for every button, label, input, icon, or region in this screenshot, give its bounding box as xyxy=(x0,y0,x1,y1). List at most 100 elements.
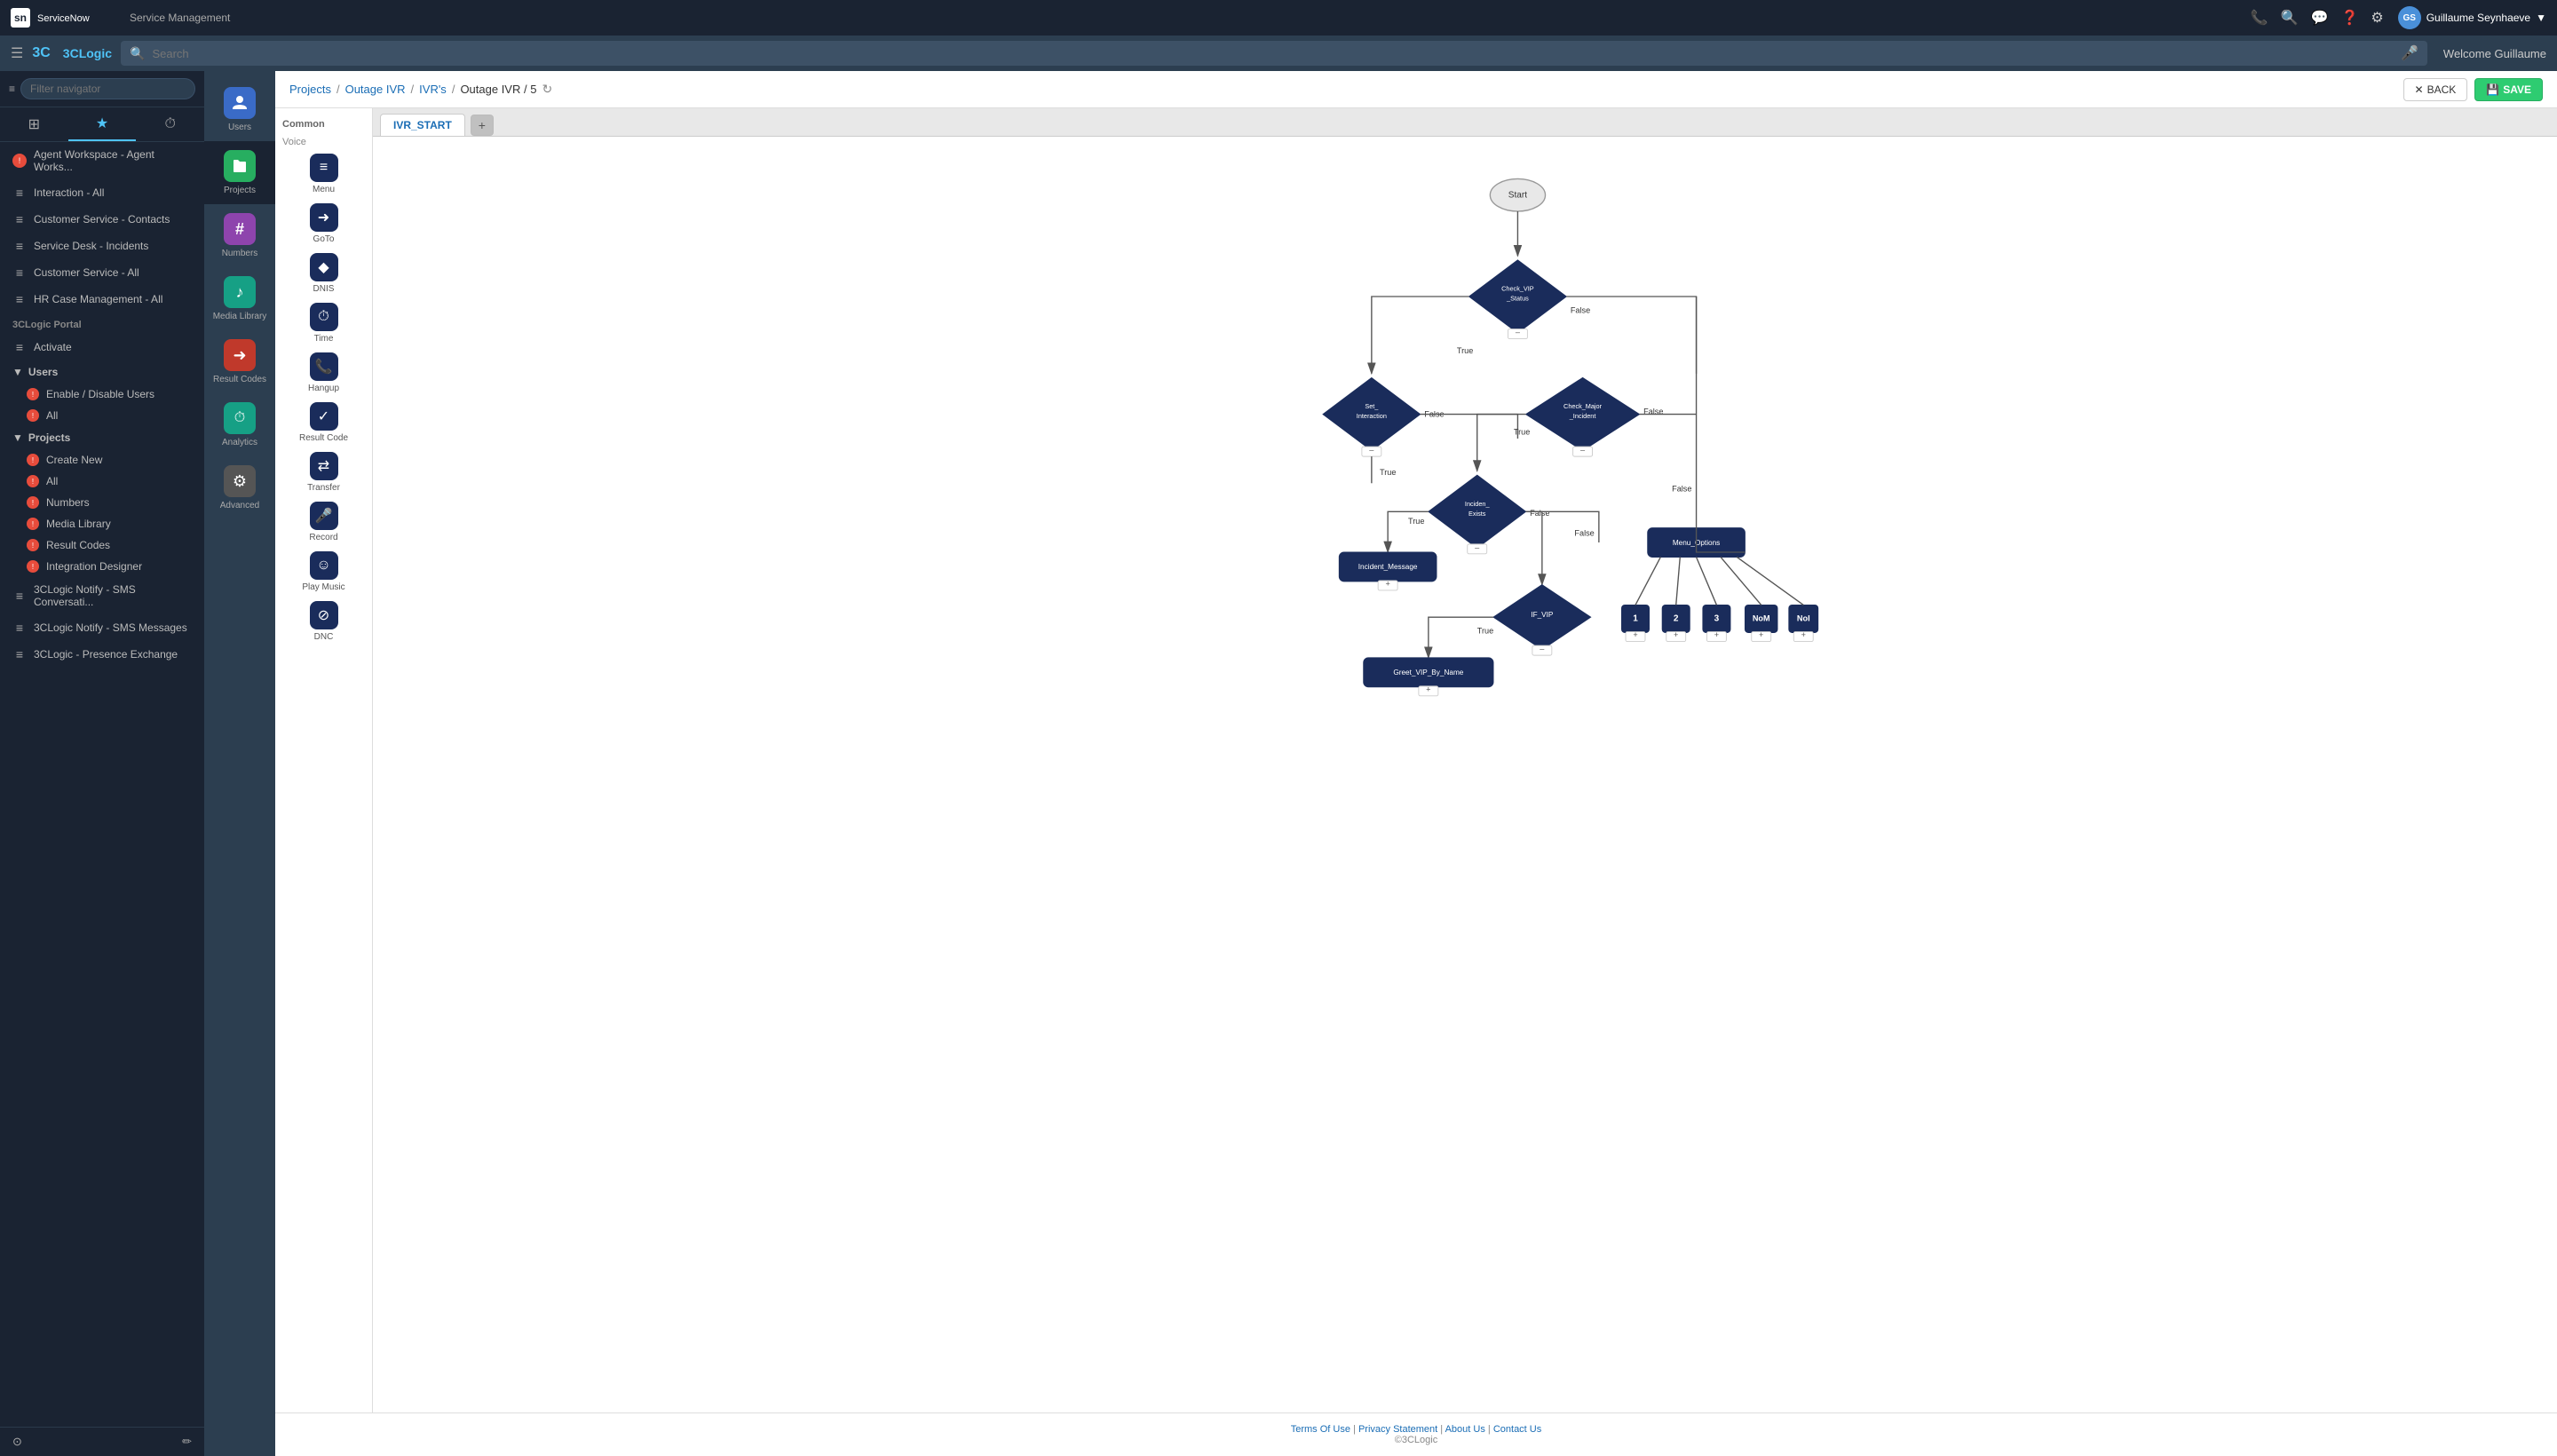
mic-icon[interactable]: 🎤 xyxy=(2401,44,2418,62)
icon-nav-users[interactable]: Users xyxy=(204,78,275,141)
footer-links: Terms Of Use | Privacy Statement | About… xyxy=(286,1424,2546,1435)
circle-icon[interactable]: ⊙ xyxy=(12,1435,22,1449)
sidebar-item-presence[interactable]: ≡ 3CLogic - Presence Exchange xyxy=(0,641,204,668)
sidebar-item-agent-workspace[interactable]: ! Agent Workspace - Agent Works... xyxy=(0,142,204,179)
edge-menu-3 xyxy=(1697,557,1717,605)
refresh-icon[interactable]: ↻ xyxy=(542,82,552,97)
palette-item-result-code[interactable]: ✓ Result Code xyxy=(281,398,367,447)
ivr-tab-start[interactable]: IVR_START xyxy=(380,114,465,136)
sidebar-item-users-all[interactable]: ! All xyxy=(0,405,204,426)
palette-item-dnis[interactable]: ◆ DNIS xyxy=(281,249,367,298)
palette-item-time[interactable]: ⏱ Time xyxy=(281,298,367,348)
palette-item-menu[interactable]: ≡ Menu xyxy=(281,149,367,199)
chat-icon[interactable]: 💬 xyxy=(2311,9,2329,27)
dnis-icon: ◆ xyxy=(310,253,338,281)
sidebar-tab-home[interactable]: ⊞ xyxy=(0,107,68,141)
breadcrumb-ivrs[interactable]: IVR's xyxy=(419,83,447,96)
list-icon: ≡ xyxy=(12,292,27,306)
sidebar-label: 3CLogic - Presence Exchange xyxy=(34,648,178,661)
search-input-wrap: 🔍 🎤 xyxy=(121,41,2427,66)
icon-nav-media[interactable]: ♪ Media Library xyxy=(204,267,275,330)
palette-item-hangup[interactable]: 📞 Hangup xyxy=(281,348,367,398)
3clogic-label: 3CLogic xyxy=(63,46,112,60)
privacy-link[interactable]: Privacy Statement xyxy=(1358,1424,1437,1435)
icon-nav-advanced[interactable]: ⚙ Advanced xyxy=(204,456,275,519)
ivr-tab-bar: IVR_START + xyxy=(373,108,2557,137)
palette-item-transfer[interactable]: ⇄ Transfer xyxy=(281,447,367,497)
sidebar-item-create-new[interactable]: ! Create New xyxy=(0,449,204,471)
icon-nav-projects[interactable]: Projects xyxy=(204,141,275,204)
sidebar-label: Service Desk - Incidents xyxy=(34,240,148,252)
main-content: Projects / Outage IVR / IVR's / Outage I… xyxy=(275,71,2557,1456)
welcome-text: Welcome Guillaume xyxy=(2443,47,2546,60)
sidebar-label: 3CLogic Notify - SMS Conversati... xyxy=(34,583,192,608)
nav-filter-input[interactable] xyxy=(20,78,195,99)
copyright: ©3CLogic xyxy=(286,1435,2546,1445)
sidebar-item-enable-users[interactable]: ! Enable / Disable Users xyxy=(0,384,204,405)
sidebar-item-media-library[interactable]: ! Media Library xyxy=(0,513,204,534)
sidebar-item-projects-all[interactable]: ! All xyxy=(0,471,204,492)
sidebar-label: All xyxy=(46,409,58,422)
sidebar-item-interaction[interactable]: ≡ Interaction - All xyxy=(0,179,204,206)
pencil-icon[interactable]: ✏ xyxy=(182,1435,192,1449)
svg-text:NoM: NoM xyxy=(1753,614,1770,623)
list-icon: ≡ xyxy=(12,186,27,200)
sidebar-item-result-codes[interactable]: ! Result Codes xyxy=(0,534,204,556)
warning-icon: ! xyxy=(27,454,39,466)
about-link[interactable]: About Us xyxy=(1445,1424,1485,1435)
settings-icon[interactable]: ⚙ xyxy=(2371,9,2383,27)
search-input[interactable] xyxy=(152,47,2394,60)
warning-icon: ! xyxy=(27,475,39,487)
check-vip-label2: _Status xyxy=(1506,295,1529,303)
sidebar-item-sms-convo[interactable]: ≡ 3CLogic Notify - SMS Conversati... xyxy=(0,577,204,614)
top-icons: 📞 🔍 💬 ❓ ⚙ xyxy=(2251,9,2384,27)
sidebar-label: All xyxy=(46,475,58,487)
warning-icon: ! xyxy=(27,388,39,400)
icon-label: Media Library xyxy=(213,312,267,321)
palette-item-goto[interactable]: ➜ GoTo xyxy=(281,199,367,249)
true-label5: True xyxy=(1477,626,1493,635)
sidebar-item-service-desk[interactable]: ≡ Service Desk - Incidents xyxy=(0,233,204,259)
search-icon[interactable]: 🔍 xyxy=(2281,9,2299,27)
palette-item-dnc[interactable]: ⊘ DNC xyxy=(281,597,367,646)
sidebar-item-activate[interactable]: ≡ Activate xyxy=(0,334,204,360)
sidebar-label: Result Codes xyxy=(46,539,110,551)
icon-nav-analytics[interactable]: ⏱ Analytics xyxy=(204,393,275,456)
palette-item-play-music[interactable]: ☺ Play Music xyxy=(281,547,367,597)
icon-nav-numbers[interactable]: # Numbers xyxy=(204,204,275,267)
breadcrumb-sep: / xyxy=(411,83,415,96)
servicenow-logo: sn ServiceNow xyxy=(11,8,117,28)
true-label3: True xyxy=(1514,427,1530,436)
help-icon[interactable]: ❓ xyxy=(2340,9,2358,27)
hamburger-icon[interactable]: ☰ xyxy=(11,44,23,62)
save-button[interactable]: 💾 SAVE xyxy=(2474,78,2543,101)
breadcrumb-outage-ivr[interactable]: Outage IVR xyxy=(345,83,406,96)
sidebar-tab-history[interactable]: ⏱ xyxy=(136,107,204,141)
true-label: True xyxy=(1457,346,1473,355)
icon-nav-result-codes[interactable]: ➜ Result Codes xyxy=(204,330,275,393)
contact-link[interactable]: Contact Us xyxy=(1493,1424,1541,1435)
user-info[interactable]: GS Guillaume Seynhaeve ▼ xyxy=(2398,6,2546,29)
sidebar-group-projects[interactable]: ▼ Projects xyxy=(0,426,204,449)
sidebar-item-cs-all[interactable]: ≡ Customer Service - All xyxy=(0,259,204,286)
sidebar-item-sms-msg[interactable]: ≡ 3CLogic Notify - SMS Messages xyxy=(0,614,204,641)
palette-item-record[interactable]: 🎤 Record xyxy=(281,497,367,547)
breadcrumb-projects[interactable]: Projects xyxy=(289,83,331,96)
flow-canvas[interactable]: Start Check_VIP _Status – True Fa xyxy=(373,137,2557,1412)
terms-link[interactable]: Terms Of Use xyxy=(1291,1424,1350,1435)
set-interaction-label2: Interaction xyxy=(1357,412,1387,420)
sidebar-item-hr-case[interactable]: ≡ HR Case Management - All xyxy=(0,286,204,313)
svg-text:2: 2 xyxy=(1674,614,1679,624)
back-button[interactable]: ✕ BACK xyxy=(2403,78,2468,101)
list-icon: ≡ xyxy=(12,212,27,226)
breadcrumb-sep: / xyxy=(452,83,455,96)
sidebar-label: Customer Service - Contacts xyxy=(34,213,170,226)
ivr-tab-add-button[interactable]: + xyxy=(471,115,494,136)
sidebar-group-users[interactable]: ▼ Users xyxy=(0,360,204,384)
svg-text:+: + xyxy=(1674,630,1678,639)
sidebar-item-integration-designer[interactable]: ! Integration Designer xyxy=(0,556,204,577)
sidebar-item-cs-contacts[interactable]: ≡ Customer Service - Contacts xyxy=(0,206,204,233)
sidebar-tab-star[interactable]: ★ xyxy=(68,107,137,141)
sidebar-item-numbers[interactable]: ! Numbers xyxy=(0,492,204,513)
phone-icon[interactable]: 📞 xyxy=(2251,9,2268,27)
